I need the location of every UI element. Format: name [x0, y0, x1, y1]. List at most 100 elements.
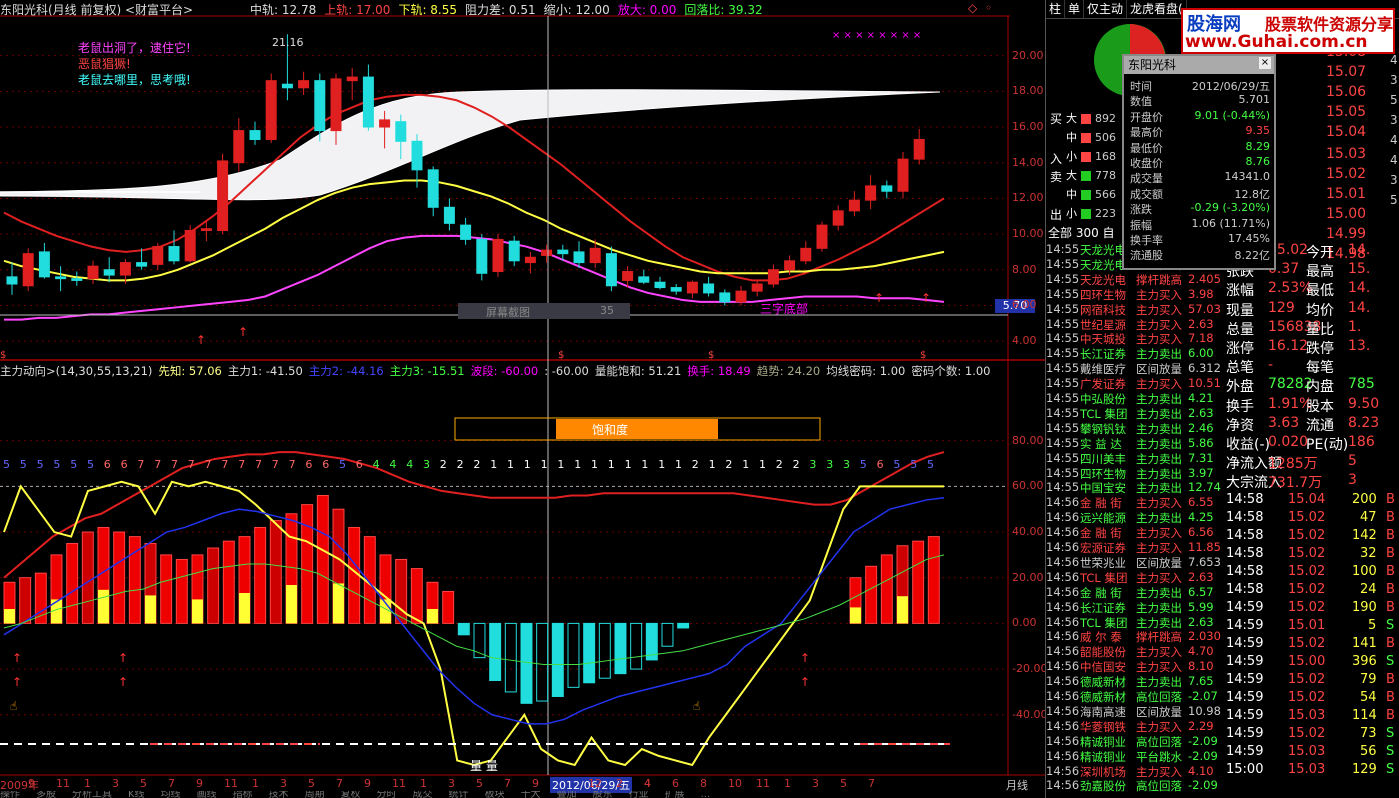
toolbar-tab[interactable]: 分析工具: [72, 791, 112, 798]
toolbar-tab[interactable]: 叠加: [557, 791, 577, 798]
volume-value: 566: [1095, 188, 1116, 201]
toolbar-tab[interactable]: ...: [701, 791, 711, 798]
tooltip-value: 8.22亿: [1234, 249, 1271, 263]
digit: 1: [540, 458, 548, 471]
trade-action: 主力卖出: [1136, 600, 1182, 615]
digit: 5: [19, 458, 27, 471]
all-row[interactable]: 全部 300 自: [1048, 224, 1115, 241]
toolbar-tab[interactable]: 画线: [197, 791, 217, 798]
trade-action: 区间放量: [1136, 362, 1182, 377]
digit: 3: [843, 458, 850, 471]
tick-volume: 142: [1352, 528, 1377, 543]
toolbar-tab[interactable]: 多股: [36, 791, 56, 798]
data-tooltip-window[interactable]: 东阳光科 × 时间 2012/06/29/五 数值 5.701 开盘价 9.01 (-0.4…: [1122, 54, 1276, 270]
indicator-bar: [175, 558, 188, 624]
trade-value: -2.09: [1188, 778, 1218, 793]
tick-time: 14:59: [1226, 708, 1264, 723]
trade-value: 57.03: [1188, 301, 1221, 316]
sell-label: 卖: [1050, 170, 1063, 184]
trade-row: 14:55 四环生物 主力卖出 3.97: [1046, 466, 1226, 481]
panel-tab[interactable]: 柱: [1046, 0, 1066, 18]
indicator-bar-neg: [551, 622, 564, 697]
panel-tab[interactable]: 龙虎看盘(: [1127, 0, 1187, 18]
toolbar-tab[interactable]: 均线: [161, 791, 181, 798]
toolbar-tab[interactable]: 操作: [0, 791, 20, 798]
trade-row: 14:56 中信国安 主力买入 8.10: [1046, 659, 1226, 674]
trade-row: 14:56 德威新材 高位回落 -2.07: [1046, 689, 1226, 704]
toolbar-tab[interactable]: 复权: [341, 791, 361, 798]
tick-side: B: [1386, 708, 1395, 723]
time-label: 11: [756, 777, 770, 790]
tick-volume: 73: [1360, 726, 1377, 741]
volume-row: 大 778: [1066, 167, 1126, 183]
edge-digit: 5: [1390, 93, 1398, 107]
indicator-value-7: 量能饱和: 51.21: [594, 364, 682, 378]
tick-time: 14:58: [1226, 582, 1264, 597]
toolbar-tab[interactable]: 板块: [485, 791, 505, 798]
toolbar-tab[interactable]: 股东: [593, 791, 613, 798]
ask-price: 15.04: [1326, 124, 1367, 140]
trade-action: 高位回落: [1136, 690, 1182, 704]
volume-value: 892: [1095, 112, 1116, 125]
toolbar-tab[interactable]: 统计: [449, 791, 469, 798]
toolbar-tab[interactable]: 成交: [413, 791, 433, 798]
trade-time: 14:56: [1046, 703, 1080, 718]
toolbar-tab[interactable]: 行业: [629, 791, 649, 798]
trade-action: 主力卖出: [1136, 585, 1182, 600]
tooltip-value: 17.45%: [1228, 232, 1270, 245]
quote-label: 今开: [1306, 245, 1334, 261]
time-label: 2: [616, 777, 623, 790]
close-icon[interactable]: ×: [1259, 57, 1271, 69]
trade-row: 14:55 TCL 集团 主力卖出 2.63: [1046, 406, 1226, 421]
trade-row: 14:55 实 益 达主力卖出 5.86: [1046, 436, 1226, 451]
indicator-bar: [66, 542, 79, 624]
quote-row: 净资 3.63 流通 8.23: [1226, 415, 1399, 434]
tooltip-row: 成交额 12.8亿: [1130, 186, 1270, 201]
bottom-formation-label: 三字底部: [760, 302, 809, 316]
trade-value: -2.07: [1188, 689, 1218, 703]
bid-price: 15.02: [1326, 166, 1367, 182]
tick-price: 15.03: [1288, 762, 1326, 777]
toolbar-tab[interactable]: K线: [128, 791, 145, 798]
s-marker: $: [708, 350, 714, 361]
panel-tab[interactable]: 仅主动: [1084, 0, 1128, 18]
toolbar-tab[interactable]: 技术: [269, 791, 289, 798]
candle-body: [865, 185, 877, 201]
tick-time: 14:58: [1226, 564, 1264, 579]
candle-body: [71, 278, 83, 281]
trade-row: 14:55 戴维医疗 区间放量 6.312: [1046, 361, 1226, 376]
tooltip-label: 成交额: [1130, 187, 1163, 201]
candle-body: [816, 224, 828, 249]
toolbar-tab[interactable]: 扩展: [665, 791, 685, 798]
tick-row: 14:58 15.02 142 B: [1226, 528, 1399, 546]
toolbar-tab[interactable]: 分时: [377, 791, 397, 798]
indicator-value-11: 密码个数: 1.00: [911, 364, 991, 378]
indicator-bar-yellow: [239, 593, 250, 624]
toolbar-tab[interactable]: 周期: [305, 791, 325, 798]
tick-volume: 54: [1360, 690, 1377, 705]
candle-body: [184, 229, 196, 262]
trade-time: 14:55: [1046, 435, 1080, 450]
tooltip-row: 涨跌 -0.29 (-3.20%): [1130, 201, 1270, 216]
candle-body: [87, 265, 99, 280]
bottom-toolbar[interactable]: 操作 多股 分析工具 K线 均线 画线 指标 技术 周期 复权 分时 成交 统计 板块 十大 叠加 股东 行业 扩展…: [0, 791, 1045, 798]
right-edge-digits: 43534435: [1390, 50, 1399, 210]
trade-value: 2.46: [1188, 420, 1214, 435]
indicator-bar-neg: [504, 622, 517, 693]
time-label: 3: [448, 777, 455, 790]
time-label: 11: [56, 777, 70, 790]
edge-digit: 5: [1390, 193, 1398, 207]
toolbar-tab[interactable]: 十大: [521, 791, 541, 798]
candle-body: [330, 78, 342, 132]
candle-body: [427, 169, 439, 208]
panel-tab[interactable]: 单: [1065, 0, 1085, 18]
trade-value: 3.98: [1188, 286, 1214, 301]
tooltip-row: 最高价 9.35: [1130, 124, 1270, 139]
tick-row: 14:59 15.00 396 S: [1226, 654, 1399, 672]
volume-swatch: [1081, 209, 1091, 219]
tooltip-label: 时间: [1130, 80, 1152, 93]
main-chart[interactable]: × × × × × × × × ↑ ↑ ↑ ↑ ↑ ↑ ↑ ↑ ↑ ↑ ☝ ☝ …: [0, 0, 1045, 798]
time-label: 7: [868, 777, 875, 790]
trade-name: 金 融 街: [1080, 496, 1122, 511]
toolbar-tab[interactable]: 指标: [233, 791, 253, 798]
